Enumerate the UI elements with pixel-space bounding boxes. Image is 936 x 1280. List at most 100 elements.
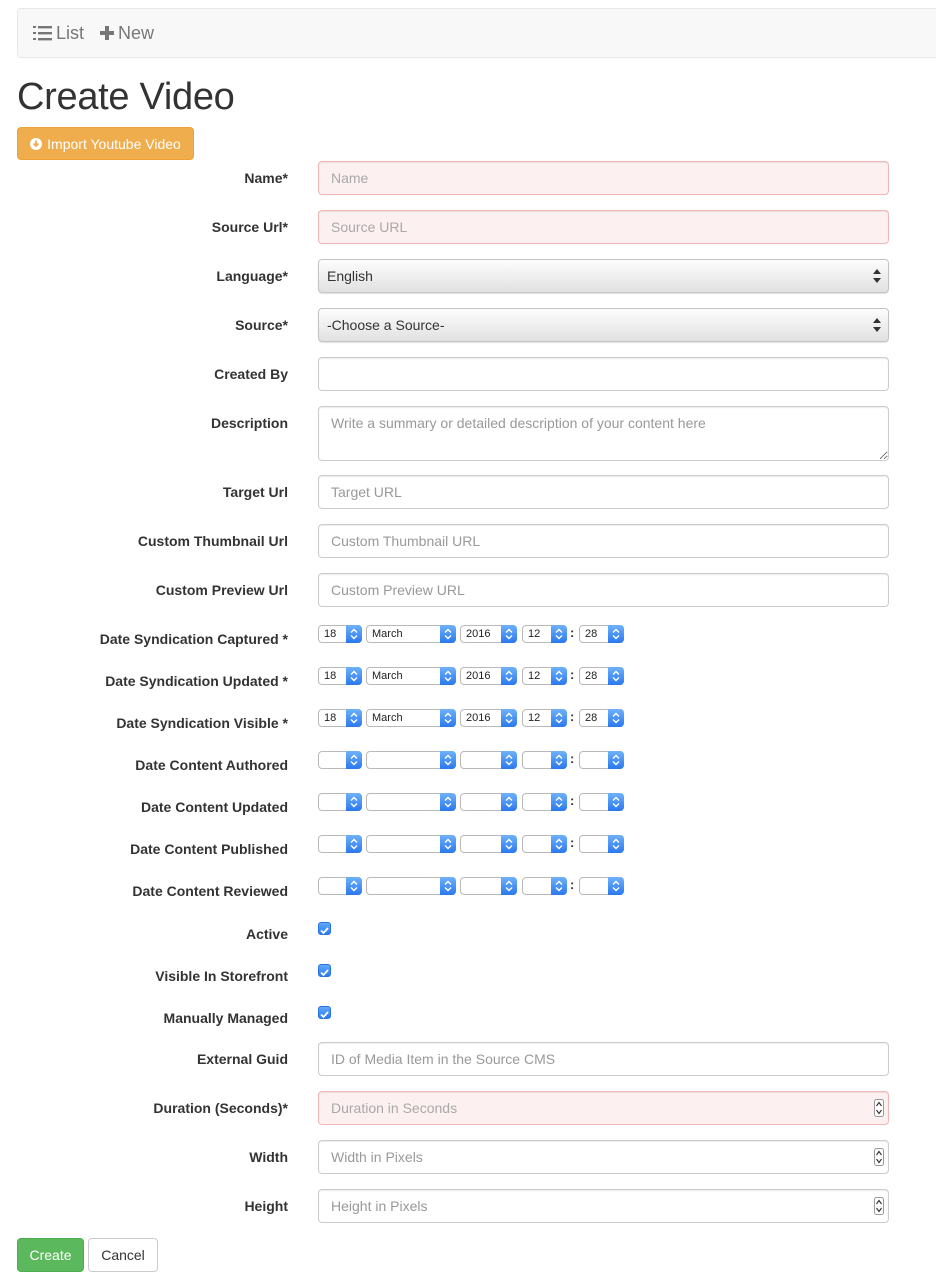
date-minute-value: 28 [585, 712, 598, 724]
select-arrows-icon [505, 796, 513, 808]
select-arrows-icon [612, 712, 620, 724]
checkmark-icon [320, 1011, 329, 1019]
date-hour-value: 12 [528, 628, 541, 640]
language-select[interactable]: English [318, 259, 889, 293]
date-minute-select[interactable]: 28 [579, 709, 624, 727]
select-arrow-button [346, 793, 362, 811]
custom-thumbnail-url-label: Custom Thumbnail Url [137, 533, 288, 549]
date-month-select[interactable] [366, 751, 456, 769]
date-hour-select[interactable]: 12 [522, 709, 567, 727]
new-link[interactable]: New [100, 9, 154, 57]
source-url-label: Source Url* [211, 219, 288, 235]
select-arrows-icon [555, 796, 563, 808]
number-spinner-icon[interactable] [874, 1148, 884, 1166]
date-minute-select[interactable] [579, 751, 624, 769]
date-minute-select[interactable] [579, 835, 624, 853]
width-input[interactable] [318, 1140, 889, 1174]
select-arrows-icon [873, 269, 881, 283]
date-label: Date Content Published [130, 841, 288, 857]
date-month-select[interactable] [366, 877, 456, 895]
source-url-input[interactable] [318, 210, 889, 244]
created-by-input[interactable] [318, 357, 889, 391]
date-month-select[interactable] [366, 793, 456, 811]
select-arrow-button [440, 835, 456, 853]
description-textarea[interactable] [318, 406, 889, 461]
external-guid-input[interactable] [318, 1042, 889, 1076]
select-arrow-button [346, 709, 362, 727]
date-minute-select[interactable]: 28 [579, 625, 624, 643]
select-arrow-button [440, 877, 456, 895]
select-arrows-icon [350, 712, 358, 724]
number-spinner-icon[interactable] [874, 1197, 884, 1215]
date-day-select[interactable] [318, 877, 362, 895]
date-year-select[interactable]: 2016 [460, 625, 517, 643]
date-year-select[interactable]: 2016 [460, 667, 517, 685]
date-day-select[interactable]: 18 [318, 709, 362, 727]
custom-thumbnail-url-input[interactable] [318, 524, 889, 558]
select-arrows-icon [444, 670, 452, 682]
target-url-label: Target Url [222, 484, 288, 500]
target-url-input[interactable] [318, 475, 889, 509]
duration-input[interactable] [318, 1091, 889, 1125]
date-month-value: March [372, 712, 403, 724]
number-spinner-icon[interactable] [874, 1099, 884, 1117]
select-arrow-button [346, 835, 362, 853]
date-month-select[interactable]: March [366, 667, 456, 685]
height-input[interactable] [318, 1189, 889, 1223]
select-arrows-icon [505, 628, 513, 640]
date-label: Date Syndication Visible * [116, 715, 288, 731]
date-hour-select[interactable] [522, 793, 567, 811]
date-month-select[interactable]: March [366, 625, 456, 643]
date-hour-select[interactable]: 12 [522, 625, 567, 643]
create-button[interactable]: Create [17, 1238, 84, 1272]
select-arrow-button [501, 751, 517, 769]
date-minute-select[interactable]: 28 [579, 667, 624, 685]
custom-preview-url-input[interactable] [318, 573, 889, 607]
manually-managed-checkbox[interactable] [318, 1006, 331, 1019]
date-minute-select[interactable] [579, 877, 624, 895]
date-hour-select[interactable] [522, 751, 567, 769]
date-day-select[interactable]: 18 [318, 625, 362, 643]
active-checkbox[interactable] [318, 922, 331, 935]
select-arrows-icon [555, 754, 563, 766]
date-year-select[interactable] [460, 751, 517, 769]
date-label: Date Content Updated [141, 799, 288, 815]
import-youtube-button[interactable]: Import Youtube Video [17, 127, 194, 160]
list-link[interactable]: List [33, 9, 84, 57]
select-arrows-icon [555, 628, 563, 640]
date-day-select[interactable] [318, 835, 362, 853]
time-separator: : [570, 877, 575, 892]
date-hour-select[interactable] [522, 877, 567, 895]
time-separator: : [570, 793, 575, 808]
date-month-select[interactable] [366, 835, 456, 853]
date-hour-value: 12 [528, 712, 541, 724]
date-minute-select[interactable] [579, 793, 624, 811]
date-hour-select[interactable] [522, 835, 567, 853]
cancel-button[interactable]: Cancel [88, 1238, 158, 1272]
select-arrows-icon [555, 880, 563, 892]
select-arrows-icon [444, 712, 452, 724]
source-select[interactable]: -Choose a Source- [318, 308, 889, 342]
date-year-select[interactable] [460, 835, 517, 853]
select-arrows-icon [505, 712, 513, 724]
date-year-select[interactable] [460, 793, 517, 811]
select-arrow-button [440, 709, 456, 727]
time-separator: : [570, 667, 575, 682]
select-arrow-button [501, 667, 517, 685]
date-day-select[interactable] [318, 751, 362, 769]
select-arrows-icon [350, 796, 358, 808]
date-month-select[interactable]: March [366, 709, 456, 727]
page-title: Create Video [17, 76, 235, 118]
visible-in-storefront-label: Visible In Storefront [155, 968, 288, 984]
date-year-select[interactable] [460, 877, 517, 895]
date-day-select[interactable]: 18 [318, 667, 362, 685]
time-separator: : [570, 835, 575, 850]
date-year-select[interactable]: 2016 [460, 709, 517, 727]
date-day-select[interactable] [318, 793, 362, 811]
date-hour-value: 12 [528, 670, 541, 682]
select-arrows-icon [505, 880, 513, 892]
visible-in-storefront-checkbox[interactable] [318, 964, 331, 977]
time-separator: : [570, 709, 575, 724]
name-input[interactable] [318, 161, 889, 195]
date-hour-select[interactable]: 12 [522, 667, 567, 685]
